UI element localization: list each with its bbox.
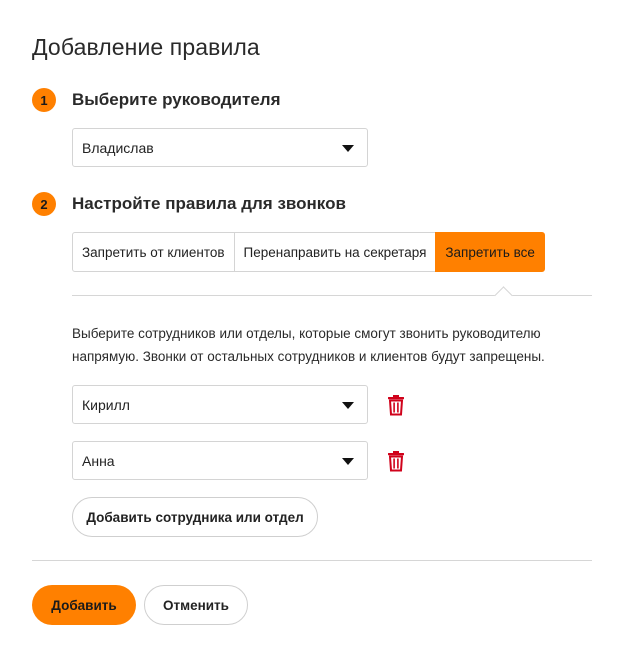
active-tab-pointer bbox=[494, 286, 513, 305]
manager-select-value: Владислав bbox=[82, 139, 154, 156]
rule-description: Выберите сотрудников или отделы, которые… bbox=[72, 326, 545, 364]
step-1-title: Выберите руководителя bbox=[72, 90, 281, 109]
chevron-down-icon bbox=[342, 402, 354, 409]
add-employee-button[interactable]: Добавить сотрудника или отдел bbox=[72, 497, 318, 537]
step-2-title: Настройте правила для звонков bbox=[72, 194, 346, 213]
chevron-down-icon bbox=[342, 145, 354, 152]
employee-select-value: Кирилл bbox=[82, 396, 130, 413]
tab-block-from-clients[interactable]: Запретить от клиентов bbox=[72, 232, 235, 272]
manager-select[interactable]: Владислав bbox=[72, 128, 368, 167]
employee-select[interactable]: Анна bbox=[72, 441, 368, 480]
step-1-badge: 1 bbox=[32, 88, 56, 112]
trash-icon[interactable] bbox=[386, 450, 406, 472]
footer-divider bbox=[32, 560, 592, 561]
step-2-badge: 2 bbox=[32, 192, 56, 216]
tab-panel-divider bbox=[72, 295, 592, 296]
trash-icon[interactable] bbox=[386, 394, 406, 416]
call-rules-tabs: Запретить от клиентов Перенаправить на с… bbox=[72, 232, 545, 272]
tab-redirect-to-secretary[interactable]: Перенаправить на секретаря bbox=[233, 232, 437, 272]
cancel-button[interactable]: Отменить bbox=[144, 585, 248, 625]
page-title: Добавление правила bbox=[32, 34, 260, 60]
submit-button[interactable]: Добавить bbox=[32, 585, 136, 625]
employee-select-value: Анна bbox=[82, 452, 115, 469]
tab-block-all[interactable]: Запретить все bbox=[435, 232, 545, 272]
chevron-down-icon bbox=[342, 458, 354, 465]
employee-select[interactable]: Кирилл bbox=[72, 385, 368, 424]
